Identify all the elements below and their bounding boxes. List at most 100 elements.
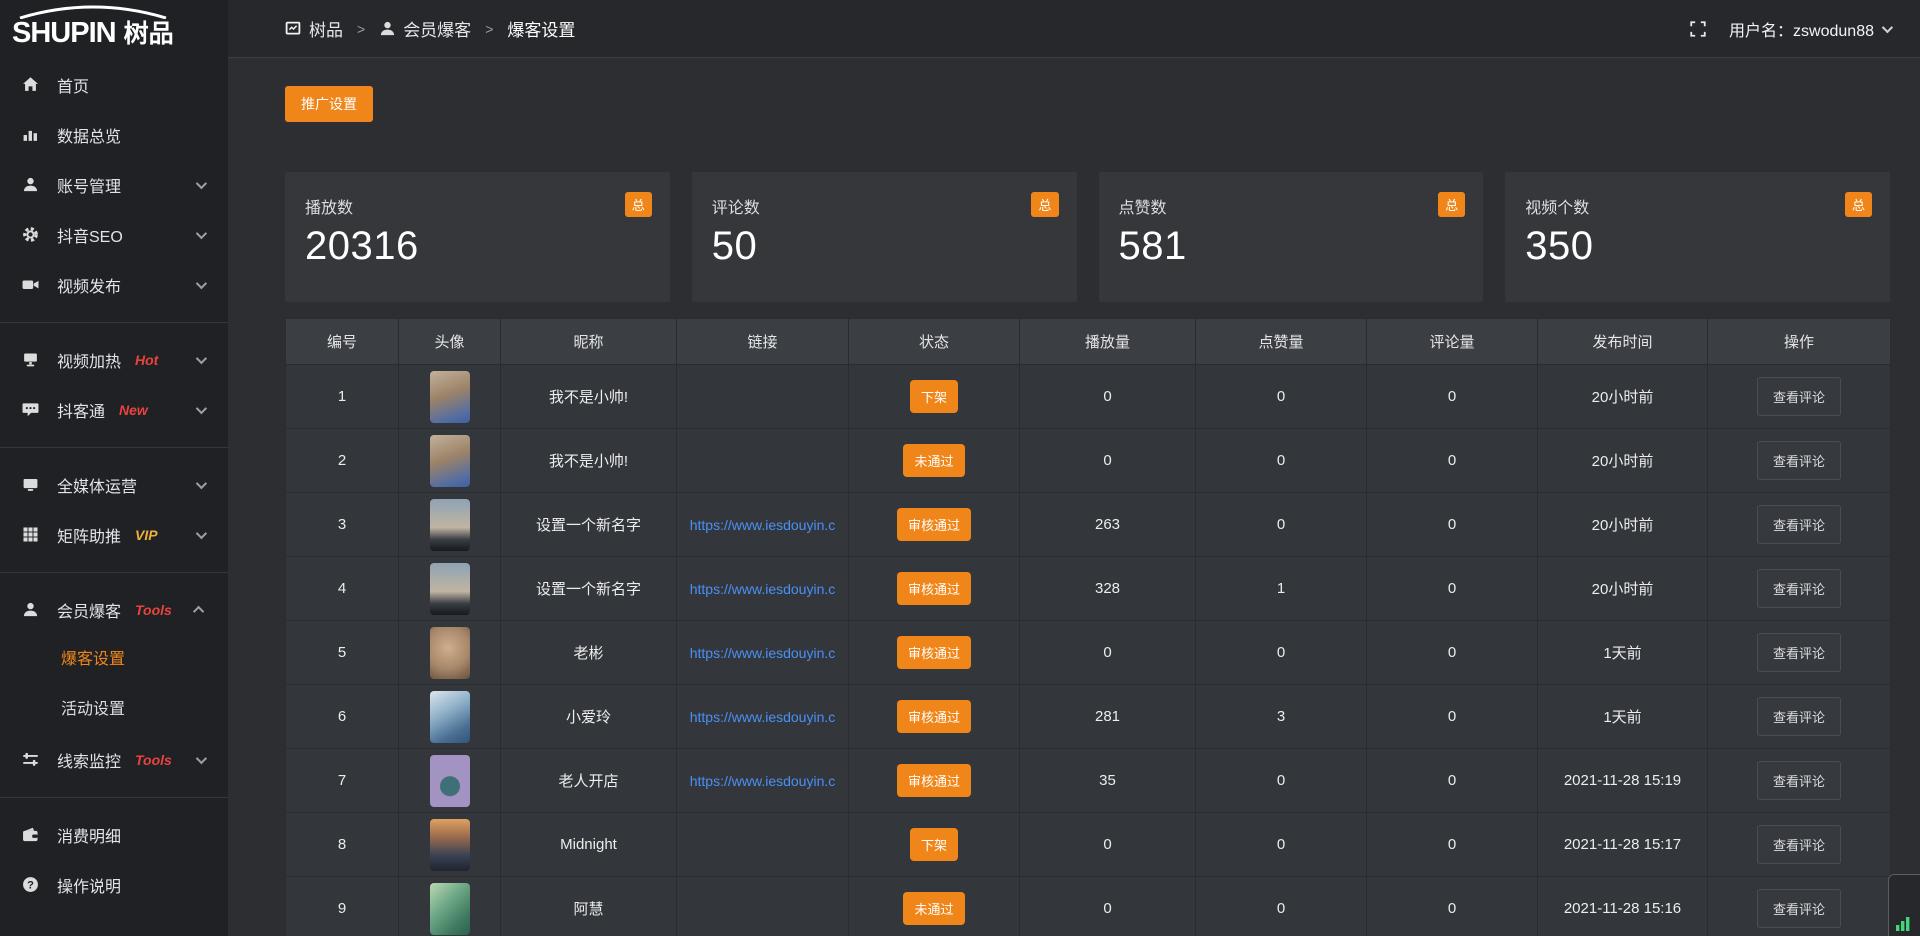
status-badge[interactable]: 审核通过 bbox=[897, 764, 971, 797]
stat-label: 点赞数 bbox=[1119, 194, 1464, 218]
cell-action: 查看评论 bbox=[1708, 365, 1891, 429]
cell-time: 2021-11-28 15:19 bbox=[1538, 749, 1708, 813]
table-row: 4设置一个新名字https://www.iesdouyin.c审核通过32810… bbox=[286, 557, 1891, 621]
avatar bbox=[430, 819, 470, 871]
sidebar-subitem-爆客设置[interactable]: 爆客设置 bbox=[0, 635, 228, 685]
view-comments-button[interactable]: 查看评论 bbox=[1757, 377, 1841, 416]
sidebar-badge: Tools bbox=[135, 602, 172, 618]
sidebar-item-label: 数据总览 bbox=[57, 123, 121, 147]
cell-status: 下架 bbox=[849, 365, 1020, 429]
monitor-icon bbox=[22, 476, 40, 494]
stat-card-点赞数: 点赞数581总 bbox=[1099, 172, 1484, 302]
avatar bbox=[430, 883, 470, 935]
column-header-状态: 状态 bbox=[849, 319, 1020, 365]
cell-link[interactable]: https://www.iesdouyin.c bbox=[677, 685, 849, 749]
avatar bbox=[430, 371, 470, 423]
cell-no: 5 bbox=[286, 621, 399, 685]
avatar bbox=[430, 499, 470, 551]
cell-comments: 0 bbox=[1367, 749, 1538, 813]
sidebar-item-label: 抖音SEO bbox=[57, 223, 123, 247]
cell-action: 查看评论 bbox=[1708, 685, 1891, 749]
sidebar-item-账号管理[interactable]: 账号管理 bbox=[0, 160, 228, 210]
sidebar-item-label: 线索监控 bbox=[57, 748, 121, 772]
gear-icon bbox=[22, 226, 40, 244]
cell-link[interactable]: https://www.iesdouyin.c bbox=[677, 749, 849, 813]
dashboard-icon bbox=[285, 20, 302, 37]
status-badge[interactable]: 下架 bbox=[910, 828, 958, 861]
sidebar-item-label: 矩阵助推 bbox=[57, 523, 121, 547]
chevron-down-icon bbox=[196, 753, 207, 764]
status-badge[interactable]: 下架 bbox=[910, 380, 958, 413]
column-header-链接: 链接 bbox=[677, 319, 849, 365]
cell-comments: 0 bbox=[1367, 685, 1538, 749]
avatar bbox=[430, 755, 470, 807]
chevron-up-icon bbox=[193, 606, 204, 617]
sidebar-item-抖音SEO[interactable]: 抖音SEO bbox=[0, 210, 228, 260]
sidebar-item-数据总览[interactable]: 数据总览 bbox=[0, 110, 228, 160]
sidebar-item-label: 全媒体运营 bbox=[57, 473, 137, 497]
cell-link[interactable]: https://www.iesdouyin.c bbox=[677, 493, 849, 557]
sidebar-divider bbox=[0, 322, 228, 323]
stat-value: 20316 bbox=[305, 224, 650, 269]
breadcrumb-label: 树品 bbox=[309, 16, 343, 41]
cell-time: 1天前 bbox=[1538, 621, 1708, 685]
cell-link[interactable]: https://www.iesdouyin.c bbox=[677, 557, 849, 621]
view-comments-button[interactable]: 查看评论 bbox=[1757, 889, 1841, 928]
sidebar-item-视频加热[interactable]: 视频加热Hot bbox=[0, 335, 228, 385]
sidebar-badge: Tools bbox=[135, 752, 172, 768]
view-comments-button[interactable]: 查看评论 bbox=[1757, 505, 1841, 544]
sidebar-item-label: 操作说明 bbox=[57, 873, 121, 897]
status-badge[interactable]: 审核通过 bbox=[897, 700, 971, 733]
cell-likes: 3 bbox=[1196, 685, 1367, 749]
cell-nickname: 老彬 bbox=[501, 621, 677, 685]
app-logo[interactable]: SHUPIN 树品 bbox=[0, 0, 228, 54]
svg-text:?: ? bbox=[27, 879, 34, 891]
cell-no: 7 bbox=[286, 749, 399, 813]
sidebar-subitem-活动设置[interactable]: 活动设置 bbox=[0, 685, 228, 735]
view-comments-button[interactable]: 查看评论 bbox=[1757, 569, 1841, 608]
cell-no: 1 bbox=[286, 365, 399, 429]
sidebar-item-抖客通[interactable]: 抖客通New bbox=[0, 385, 228, 435]
cell-status: 审核通过 bbox=[849, 557, 1020, 621]
sidebar-item-操作说明[interactable]: ? 操作说明 bbox=[0, 860, 228, 910]
sidebar-item-首页[interactable]: 首页 bbox=[0, 60, 228, 110]
chevron-down-icon bbox=[196, 478, 207, 489]
status-badge[interactable]: 审核通过 bbox=[897, 636, 971, 669]
breadcrumb-item-爆客设置[interactable]: 爆客设置 bbox=[507, 16, 575, 41]
cell-comments: 0 bbox=[1367, 365, 1538, 429]
sidebar-item-会员爆客[interactable]: 会员爆客Tools bbox=[0, 585, 228, 635]
floating-widget[interactable] bbox=[1888, 874, 1920, 936]
promo-settings-button[interactable]: 推广设置 bbox=[285, 86, 373, 122]
view-comments-button[interactable]: 查看评论 bbox=[1757, 697, 1841, 736]
cell-time: 20小时前 bbox=[1538, 493, 1708, 557]
cell-avatar bbox=[399, 365, 501, 429]
view-comments-button[interactable]: 查看评论 bbox=[1757, 441, 1841, 480]
sidebar-item-线索监控[interactable]: 线索监控 Tools bbox=[0, 735, 228, 785]
sidebar-item-label: 视频发布 bbox=[57, 273, 121, 297]
cell-time: 2021-11-28 15:17 bbox=[1538, 813, 1708, 877]
view-comments-button[interactable]: 查看评论 bbox=[1757, 825, 1841, 864]
sidebar-item-全媒体运营[interactable]: 全媒体运营 bbox=[0, 460, 228, 510]
avatar bbox=[430, 627, 470, 679]
status-badge[interactable]: 未通过 bbox=[903, 444, 964, 477]
sidebar-item-消费明细[interactable]: 消费明细 bbox=[0, 810, 228, 860]
breadcrumb-item-会员爆客[interactable]: 会员爆客 bbox=[379, 16, 471, 41]
cell-time: 20小时前 bbox=[1538, 365, 1708, 429]
status-badge[interactable]: 审核通过 bbox=[897, 572, 971, 605]
username-menu[interactable]: 用户名：zswodun88 bbox=[1729, 17, 1890, 41]
sidebar-item-视频发布[interactable]: 视频发布 bbox=[0, 260, 228, 310]
breadcrumb-item-树品[interactable]: 树品 bbox=[285, 16, 343, 41]
status-badge[interactable]: 审核通过 bbox=[897, 508, 971, 541]
fullscreen-icon[interactable] bbox=[1689, 20, 1707, 38]
stat-value: 50 bbox=[712, 224, 1057, 269]
sidebar-item-label: 抖客通 bbox=[57, 398, 105, 422]
breadcrumb-separator: > bbox=[357, 21, 365, 37]
view-comments-button[interactable]: 查看评论 bbox=[1757, 633, 1841, 672]
cell-comments: 0 bbox=[1367, 813, 1538, 877]
cell-link[interactable]: https://www.iesdouyin.c bbox=[677, 621, 849, 685]
view-comments-button[interactable]: 查看评论 bbox=[1757, 761, 1841, 800]
video-icon bbox=[22, 276, 40, 294]
cell-action: 查看评论 bbox=[1708, 749, 1891, 813]
sidebar-item-矩阵助推[interactable]: 矩阵助推VIP bbox=[0, 510, 228, 560]
status-badge[interactable]: 未通过 bbox=[903, 892, 964, 925]
